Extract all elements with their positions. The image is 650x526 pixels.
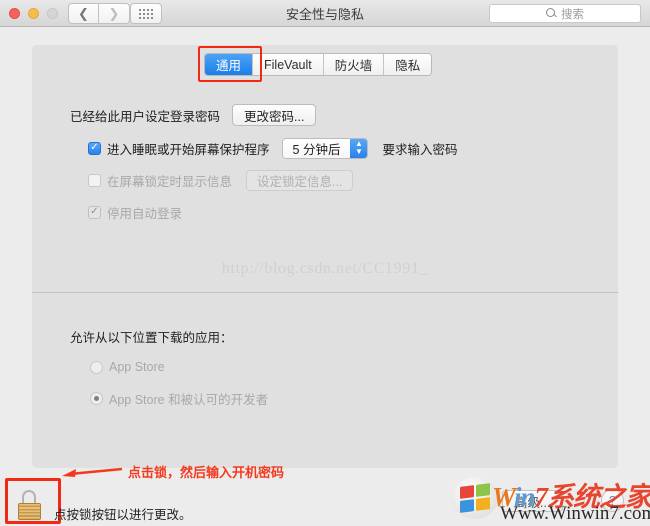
lock-message-label: 在屏幕锁定时显示信息 [107,174,233,189]
search-input[interactable]: 搜索 [489,4,641,23]
lock-button[interactable] [12,486,46,520]
app-store-identified-label: App Store 和被认可的开发者 [109,392,269,407]
section-divider [32,292,618,293]
window-titlebar: ❮ ❯ 安全性与隐私 搜索 [0,0,650,27]
radio-app-store-identified: App Store 和被认可的开发者 [70,388,590,408]
disable-auto-login-checkbox: ✓ [88,205,101,219]
disable-auto-login-label: 停用自动登录 [107,206,183,221]
require-password-row: ✓ 进入睡眠或开始屏幕保护程序 5 分钟后 ▲ ▼ 要求输入密码 [70,137,590,159]
padlock-closed-icon [17,490,42,520]
help-button[interactable]: ? [601,489,624,512]
advanced-button[interactable]: 高级... [502,490,564,512]
password-delay-select[interactable]: 5 分钟后 ▲ ▼ [281,137,369,159]
password-status-row: 已经给此用户设定登录密码 更改密码... [70,103,590,127]
change-password-button[interactable]: 更改密码... [232,104,317,126]
app-store-label: App Store [109,360,165,374]
windows-flag-icon [452,477,498,519]
download-section-title: 允许从以下位置下载的应用： [70,331,233,345]
lock-hint-text: 点按锁按钮以进行更改。 [54,508,192,522]
radio-app-store: App Store [70,357,590,377]
require-password-trailing-label: 要求输入密码 [382,142,458,157]
tab-filevault[interactable]: FileVault [253,54,324,75]
lock-hint-annotation: 点击锁，然后输入开机密码 [128,465,285,480]
download-section: 允许从以下位置下载的应用： App Store App Store 和被认可的开… [70,327,590,408]
password-section: 已经给此用户设定登录密码 更改密码... ✓ 进入睡眠或开始屏幕保护程序 5 分… [70,103,590,223]
security-privacy-window: ❮ ❯ 安全性与隐私 搜索 http://blog.csdn.net/CC199… [0,0,650,526]
blog-watermark: http://blog.csdn.net/CC1991_ [221,260,429,277]
require-password-checkbox[interactable]: ✓ [88,141,101,155]
lock-message-row: ✓ 在屏幕锁定时显示信息 设定锁定信息... [70,169,590,191]
password-status-label: 已经给此用户设定登录密码 [70,109,221,124]
preferences-panel: http://blog.csdn.net/CC1991_ 已经给此用户设定登录密… [32,45,618,468]
tab-privacy[interactable]: 隐私 [384,54,432,75]
tab-general[interactable]: 通用 [205,54,254,75]
tab-firewall[interactable]: 防火墙 [323,54,385,75]
app-store-radio [90,360,103,374]
lock-message-checkbox: ✓ [88,173,101,187]
search-placeholder: 搜索 [561,8,584,21]
disable-auto-login-row: ✓ 停用自动登录 [70,201,590,223]
app-store-identified-radio [90,391,103,405]
search-icon [546,8,557,19]
require-password-label: 进入睡眠或开始屏幕保护程序 [107,142,270,157]
chevron-updown-icon: ▲ ▼ [350,138,368,158]
tab-bar: 通用 FileVault 防火墙 隐私 [204,53,433,76]
password-delay-value: 5 分钟后 [282,138,351,158]
set-lock-message-button: 设定锁定信息... [246,169,354,191]
arrow-left-icon [62,467,123,477]
